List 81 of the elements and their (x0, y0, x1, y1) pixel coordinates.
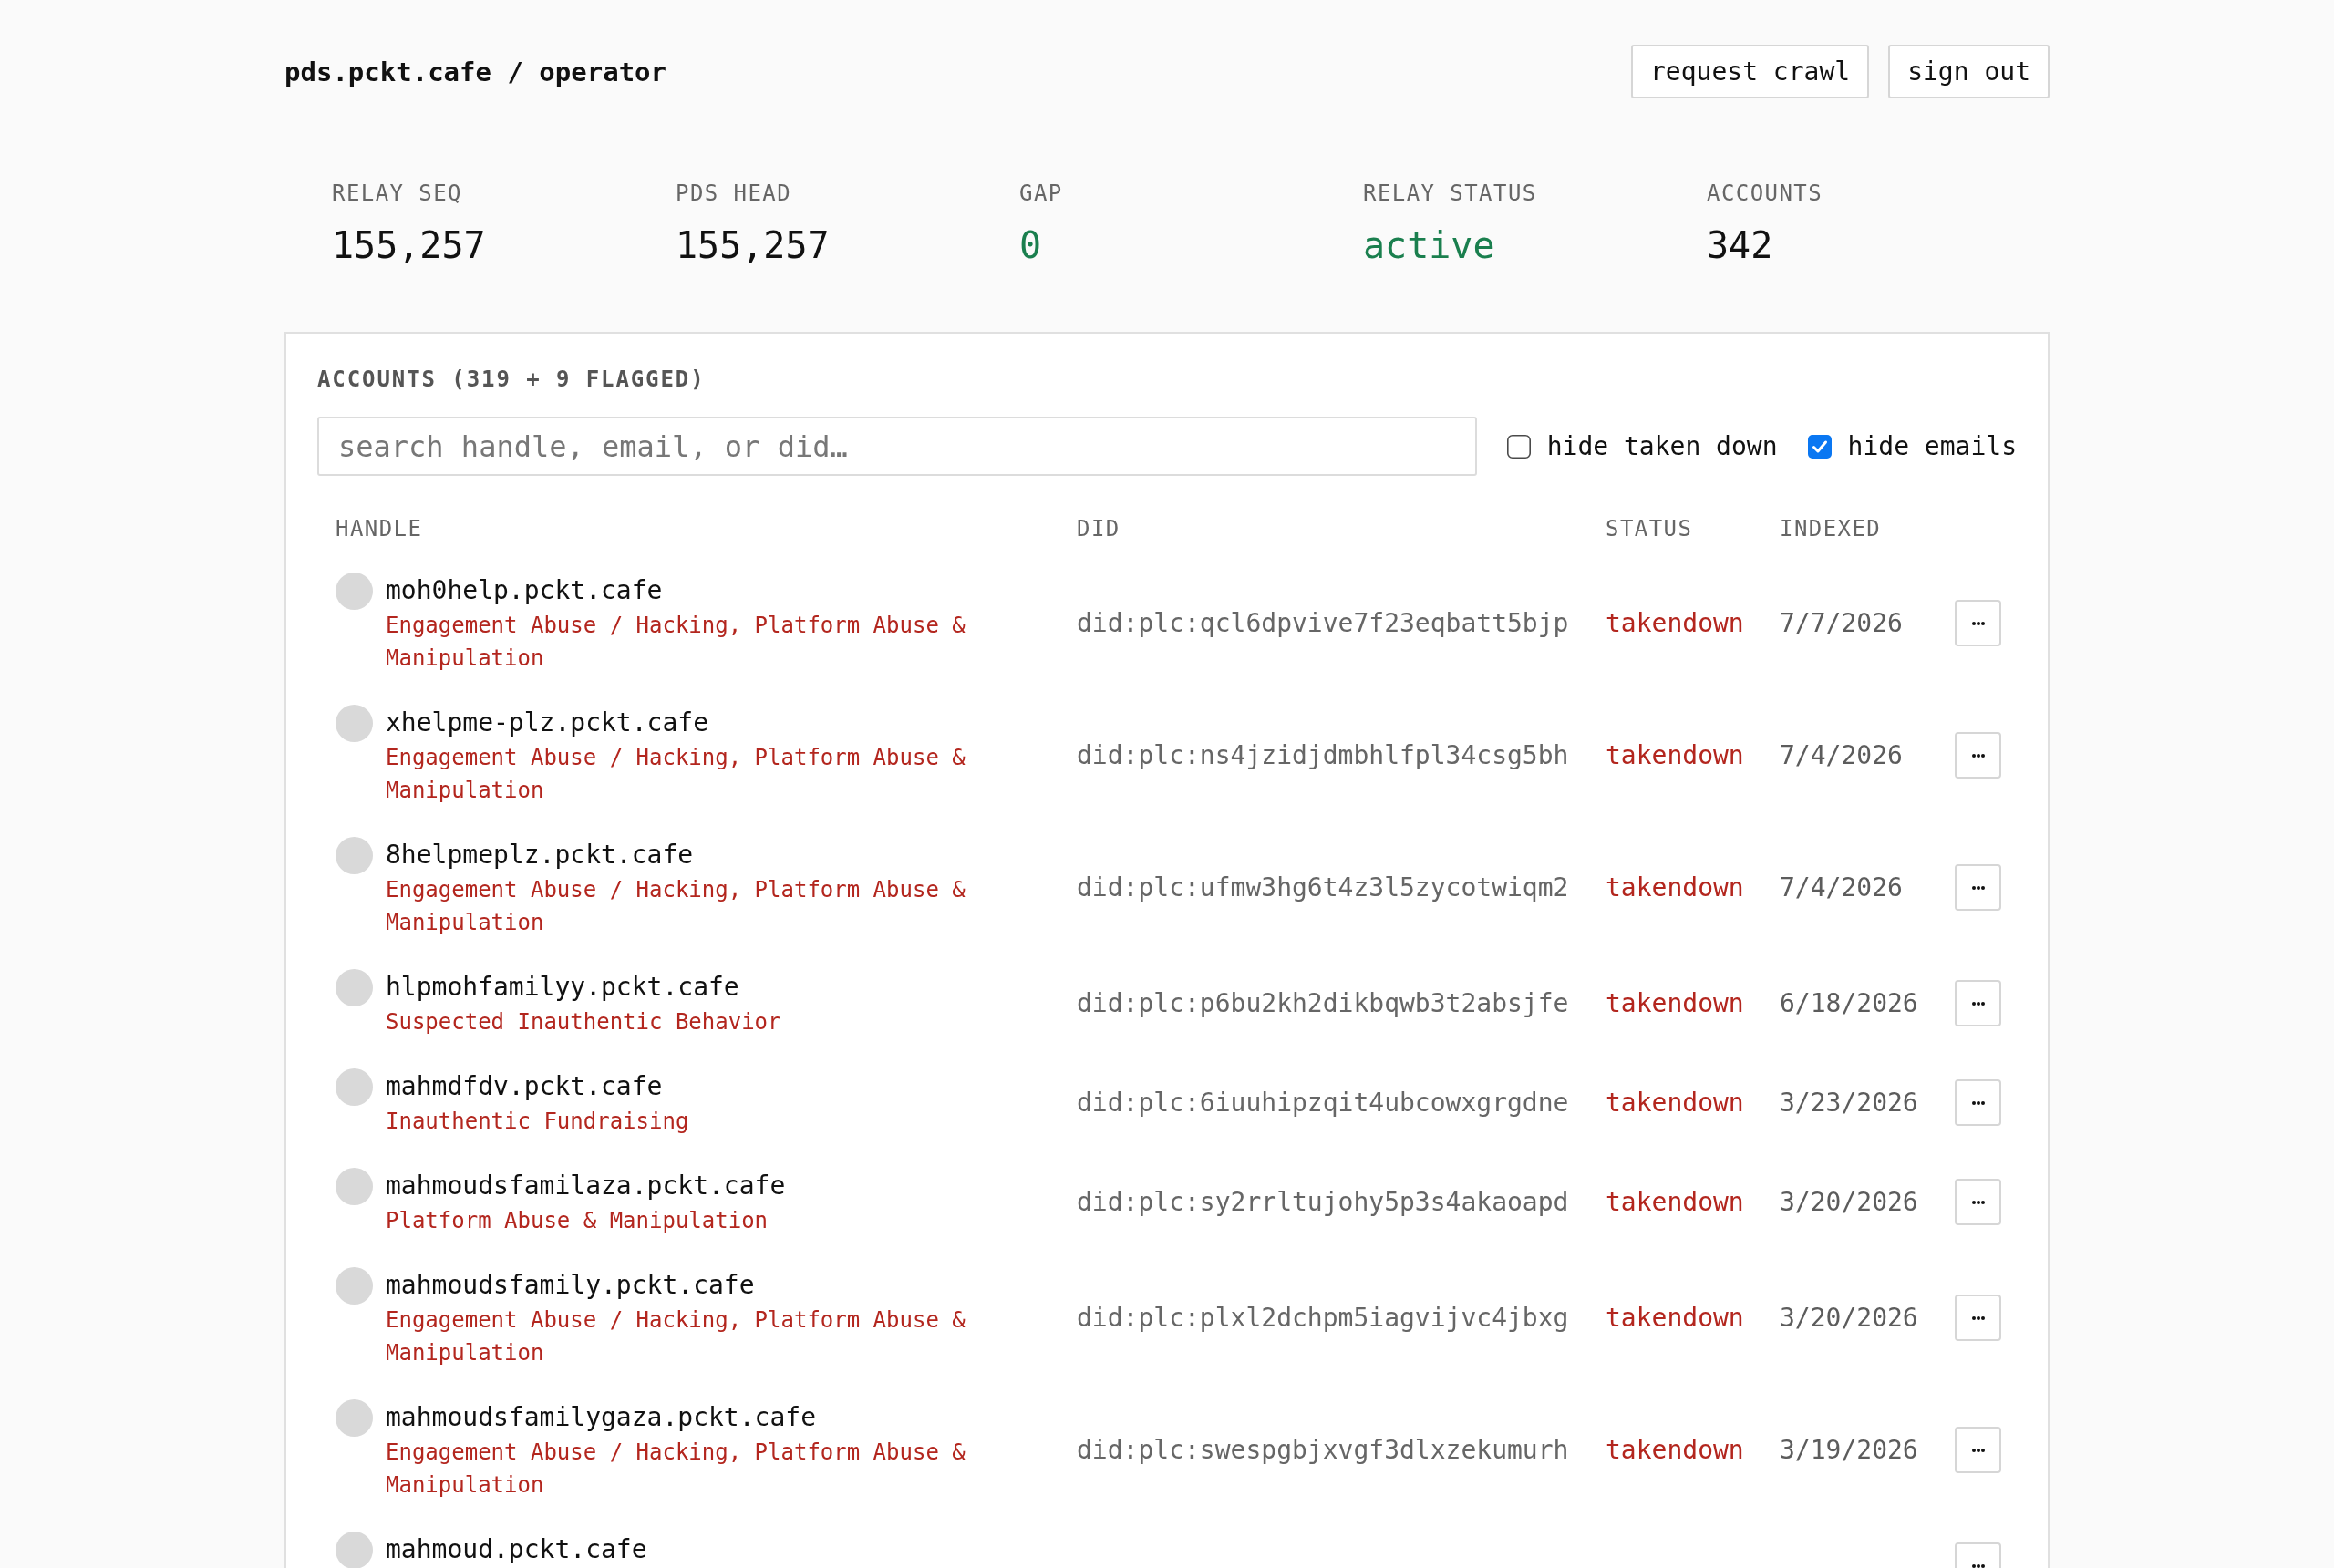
account-status: takendown (1606, 1186, 1744, 1217)
stat-value: active (1363, 223, 1495, 268)
stat-value: 0 (1019, 223, 1042, 268)
account-did: did:plc:ns4jzidjdmbhlfpl34csg5bh (1077, 739, 1569, 770)
more-icon (1971, 1100, 1985, 1105)
account-handle: hlpmohfamilyy.pckt.cafe (386, 970, 739, 1004)
more-icon (1971, 1563, 1985, 1568)
avatar-icon (336, 968, 373, 1006)
stat-value: 155,257 (676, 223, 830, 268)
account-handle: mahmoudsfamily.pckt.cafe (386, 1268, 755, 1302)
avatar-icon (336, 1068, 373, 1106)
account-status: takendown (1606, 987, 1744, 1018)
account-did: did:plc:sy2rrltujohy5p3s4akaoapd (1077, 1186, 1569, 1217)
flag-reasons: Engagement Abuse / Hacking, Platform Abuse & Manipulation (386, 1438, 966, 1500)
checkbox[interactable] (1807, 434, 1832, 459)
account-handle: mahmdfdv.pckt.cafe (386, 1069, 663, 1103)
more-icon (1971, 753, 1985, 758)
account-did: did:plc:6iuuhipzqit4ubcowxgrgdne (1077, 1087, 1569, 1118)
indexed-date: 3/20/2026 (1780, 1302, 1918, 1333)
flag-reasons: Engagement Abuse / Hacking, Platform Abuse & Manipulation (386, 875, 966, 937)
checkbox[interactable] (1506, 434, 1531, 459)
account-did: did:plc:swespgbjxvgf3dlxzekumurh (1077, 1434, 1569, 1465)
more-icon (1971, 1448, 1985, 1452)
flag-reasons: Engagement Abuse / Hacking, Platform Abuse & Manipulation (386, 1305, 966, 1367)
account-did: did:plc:qcl6dpvive7f23eqbatt5bjp (1077, 607, 1569, 638)
avatar-icon (336, 1398, 373, 1437)
account-handle: 8helpmeplz.pckt.cafe (386, 838, 694, 872)
avatar-icon (336, 572, 373, 610)
account-status: takendown (1606, 1302, 1744, 1333)
flag-reasons: Inauthentic Fundraising (386, 1107, 689, 1136)
page-title: pds.pckt.cafe / operator (284, 55, 667, 89)
flag-reasons: Suspected Inauthentic Behavior (386, 1007, 781, 1037)
flag-reasons: Engagement Abuse / Hacking, Platform Abuse & Manipulation (386, 611, 966, 673)
account-status: takendown (1606, 607, 1744, 638)
account-handle: moh0help.pckt.cafe (386, 573, 663, 607)
indexed-date: 3/23/2026 (1780, 1087, 1918, 1118)
account-did: did:plc:plxl2dchpm5iagvijvc4jbxg (1077, 1302, 1569, 1333)
account-handle: xhelpme-plz.pckt.cafe (386, 706, 708, 739)
column-header: STATUS (1606, 516, 1693, 542)
more-icon (1971, 1200, 1985, 1204)
indexed-date: 3/20/2026 (1780, 1186, 1918, 1217)
avatar-icon (336, 1266, 373, 1305)
flag-reasons: Engagement Abuse / Hacking, Platform Abuse & Manipulation (386, 743, 966, 805)
indexed-date: 7/7/2026 (1780, 607, 1903, 638)
avatar-icon (336, 1167, 373, 1205)
indexed-date: 3/19/2026 (1780, 1434, 1918, 1465)
stat-label: PDS HEAD (676, 180, 792, 207)
column-header: INDEXED (1780, 516, 1882, 542)
panel-title: ACCOUNTS (319 + 9 FLAGGED) (317, 366, 706, 393)
account-status: takendown (1606, 1087, 1744, 1118)
stat-label: RELAY SEQ (332, 180, 462, 207)
stat-label: RELAY STATUS (1363, 180, 1537, 207)
account-status: takendown (1606, 872, 1744, 903)
checkbox-label[interactable]: hide emails (1847, 429, 2017, 463)
avatar-icon (336, 836, 373, 874)
indexed-date: 6/18/2026 (1780, 987, 1918, 1018)
account-did: did:plc:p6bu2kh2dikbqwb3t2absjfe (1077, 987, 1569, 1018)
column-header: DID (1077, 516, 1121, 542)
indexed-date: 7/4/2026 (1780, 872, 1903, 903)
account-status: takendown (1606, 1434, 1744, 1465)
more-icon (1971, 1001, 1985, 1006)
stat-value: 155,257 (332, 223, 486, 268)
more-icon (1971, 1315, 1985, 1320)
stat-label: GAP (1019, 180, 1063, 207)
more-icon (1971, 885, 1985, 890)
flag-reasons: Platform Abuse & Manipulation (386, 1206, 769, 1235)
header-button[interactable]: request crawl (1631, 45, 1870, 98)
checkbox-label[interactable]: hide taken down (1546, 429, 1778, 463)
more-icon (1971, 621, 1985, 625)
indexed-date: 7/4/2026 (1780, 739, 1903, 770)
header-button[interactable]: sign out (1888, 45, 2050, 98)
account-handle: mahmoudsfamilygaza.pckt.cafe (386, 1400, 816, 1434)
account-handle: mahmoudsfamilaza.pckt.cafe (386, 1169, 786, 1202)
stat-label: ACCOUNTS (1707, 180, 1823, 207)
avatar-icon (336, 704, 373, 742)
account-handle: mahmoud.pckt.cafe (386, 1532, 647, 1566)
search-field[interactable]: search handle, email, or did… (317, 417, 1477, 476)
column-header: HANDLE (336, 516, 423, 542)
account-status: takendown (1606, 739, 1744, 770)
account-did: did:plc:ufmw3hg6t4z3l5zycotwiqm2 (1077, 872, 1569, 903)
stat-value: 342 (1707, 223, 1773, 268)
